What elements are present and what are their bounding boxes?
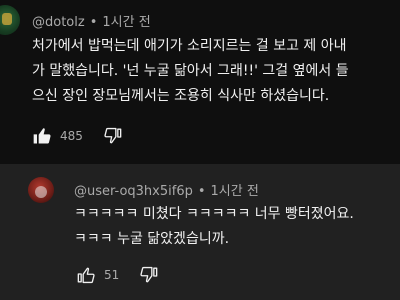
- avatar-emblem: [2, 13, 12, 25]
- separator-dot: •: [197, 184, 206, 199]
- reply-like-count: 51: [104, 268, 120, 282]
- reply-timestamp[interactable]: 1시간 전: [211, 184, 259, 199]
- comment-line: 가 말했습니다. '넌 누굴 닮아서 그래!!' 그걸 옆에서 들: [32, 63, 349, 79]
- thumbs-up-icon: [33, 128, 51, 144]
- thumbs-down-icon: [140, 266, 158, 283]
- reply-line: ㅋㅋㅋㅋㅋ 미쳤다 ㅋㅋㅋㅋㅋ 너무 빵터졌어요.: [74, 206, 354, 222]
- reply-dislike-button[interactable]: [137, 263, 161, 287]
- comment-header: @dotolz • 1시간 전: [32, 11, 151, 30]
- comment-line: 처가에서 밥먹는데 애기가 소리지르는 걸 보고 제 아내: [32, 38, 347, 54]
- dislike-button[interactable]: [101, 124, 125, 148]
- reply-header: @user-oq3hx5if6p • 1시간 전: [74, 180, 259, 199]
- separator-dot: •: [89, 15, 98, 30]
- thumbs-up-icon: [77, 267, 95, 284]
- reply-actions: 51: [74, 263, 161, 287]
- like-count: 485: [60, 129, 83, 143]
- reply-avatar[interactable]: [28, 177, 54, 203]
- reply-body: ㅋㅋㅋㅋㅋ 미쳤다 ㅋㅋㅋㅋㅋ 너무 빵터졌어요. ㅋㅋㅋ 누굴 닮았겠습니까.: [74, 202, 394, 252]
- thumbs-down-icon: [104, 127, 122, 144]
- avatar-emblem: [35, 186, 47, 198]
- reply-handle[interactable]: @user-oq3hx5if6p: [74, 184, 193, 199]
- comment-line: 으신 장인 장모님께서는 조용히 식사만 하셨습니다.: [32, 88, 330, 104]
- commenter-handle[interactable]: @dotolz: [32, 15, 85, 30]
- comment-body: 처가에서 밥먹는데 애기가 소리지르는 걸 보고 제 아내 가 말했습니다. '…: [32, 34, 392, 109]
- like-button[interactable]: [30, 124, 54, 148]
- comment-timestamp[interactable]: 1시간 전: [102, 15, 150, 30]
- comment-actions: 485: [30, 124, 125, 148]
- reply-like-button[interactable]: [74, 263, 98, 287]
- reply-line: ㅋㅋㅋ 누굴 닮았겠습니까.: [74, 231, 230, 247]
